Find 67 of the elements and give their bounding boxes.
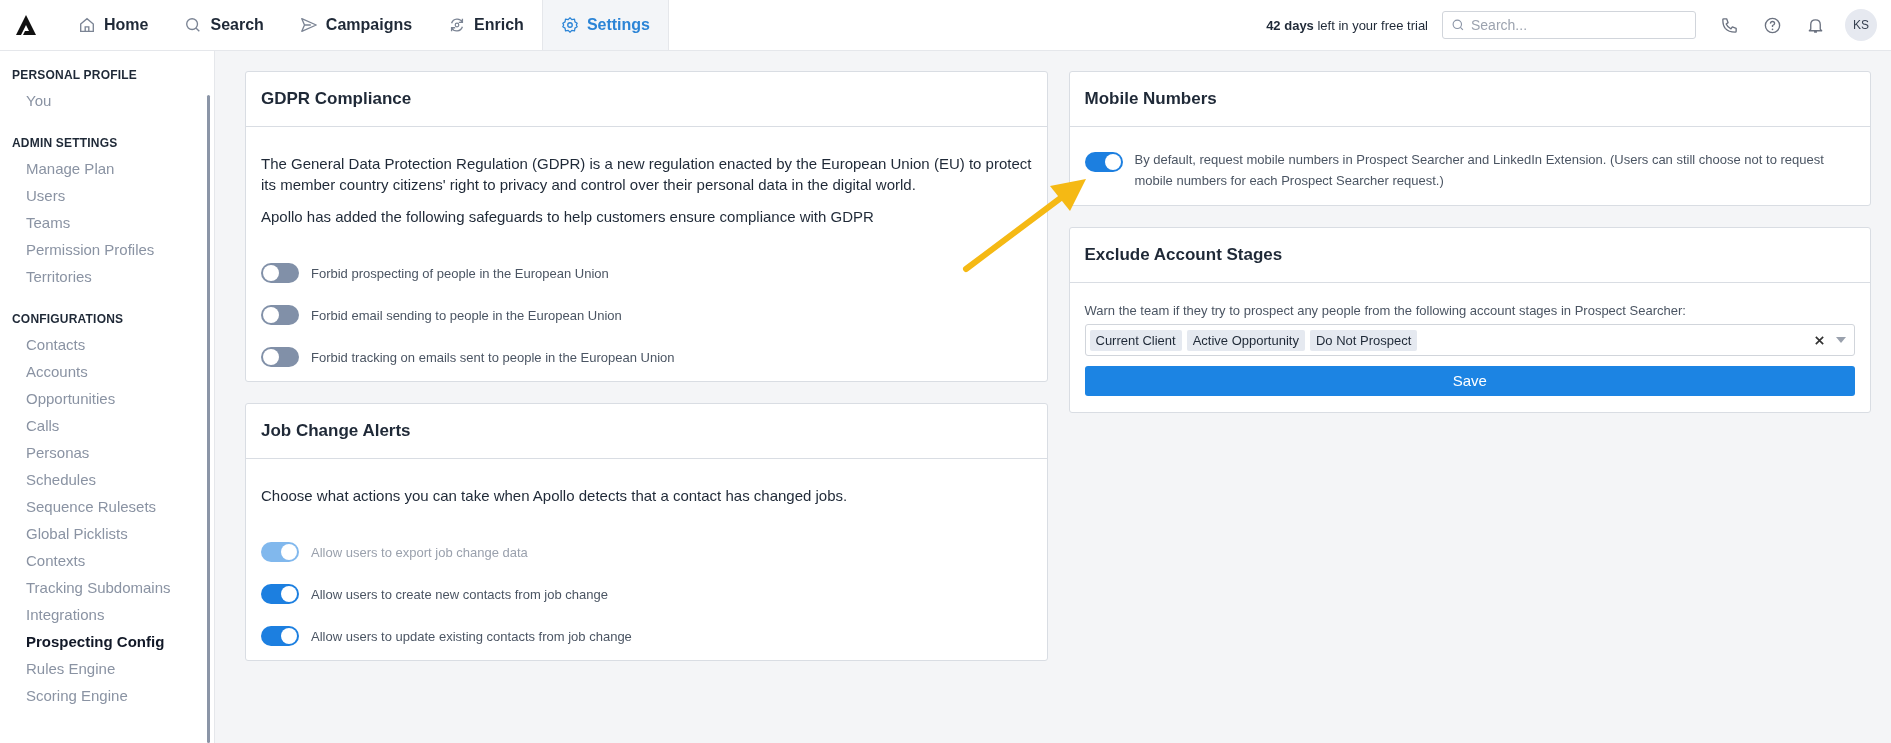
- sidebar-heading: PERSONAL PROFILE: [12, 68, 138, 82]
- toggle-switch[interactable]: [261, 584, 299, 604]
- scrollbar[interactable]: [207, 95, 210, 743]
- nav-tab[interactable]: Settings: [541, 0, 669, 50]
- sidebar-item[interactable]: Contacts: [12, 331, 214, 358]
- sidebar-heading: ADMIN SETTINGS: [12, 136, 119, 150]
- nav-tab[interactable]: Enrich: [430, 0, 542, 50]
- sidebar-item[interactable]: You: [12, 87, 214, 114]
- description-text: The General Data Protection Regulation (GDPR) is a new regulation enacted by the European Union (EU) to protect its member country citizens' right to privacy and control over their personal data in the digital world.: [261, 154, 1032, 195]
- sidebar-item[interactable]: Permission Profiles: [12, 236, 214, 263]
- toggle-switch[interactable]: [261, 347, 299, 367]
- card-title: Job Change Alerts: [246, 404, 1047, 459]
- toggle-switch[interactable]: [1084, 152, 1123, 172]
- sidebar-item[interactable]: Accounts: [12, 358, 214, 385]
- nav-tab[interactable]: Campaigns: [281, 0, 431, 50]
- nav-tab[interactable]: Home: [60, 0, 167, 50]
- stage-tag[interactable]: Do Not Prospect: [1309, 329, 1418, 351]
- phone-icon[interactable]: [1720, 15, 1739, 35]
- toggle-label: Forbid tracking on emails sent to people in the European Union: [311, 349, 675, 365]
- sidebar-item[interactable]: Tracking Subdomains: [12, 574, 214, 601]
- description-text: Warn the team if they try to prospect any people from the following account stages in Prospect Searcher:: [1084, 303, 1687, 318]
- toggle-label: By default, request mobile numbers in Prospect Searcher and LinkedIn Extension. (Users can still choose not to request mobile numbers for each Prospect Searcher request.): [1134, 151, 1825, 190]
- save-button[interactable]: Save: [1084, 366, 1855, 396]
- stage-select[interactable]: Current Client Active Opportunity Do Not Prospect: [1084, 324, 1855, 356]
- sidebar-item[interactable]: Rules Engine: [12, 655, 214, 682]
- toggle-switch[interactable]: [261, 305, 299, 325]
- sidebar-item[interactable]: Prospecting Config: [12, 628, 214, 655]
- toggle-label: Allow users to create new contacts from job change: [311, 586, 608, 602]
- sidebar-item[interactable]: Schedules: [12, 466, 214, 493]
- card-title: GDPR Compliance: [246, 72, 1047, 127]
- search-field[interactable]: Search...: [1442, 11, 1696, 39]
- sidebar-item[interactable]: Sequence Rulesets: [12, 493, 214, 520]
- sidebar-item[interactable]: Manage Plan: [12, 155, 214, 182]
- stage-tag[interactable]: Current Client: [1089, 329, 1182, 351]
- sidebar-item[interactable]: Calls: [12, 412, 214, 439]
- sidebar-item[interactable]: Scoring Engine: [12, 682, 214, 709]
- sidebar-item[interactable]: Integrations: [12, 601, 214, 628]
- sidebar-item[interactable]: Personas: [12, 439, 214, 466]
- toggle-label: Allow users to update existing contacts from job change: [311, 628, 632, 644]
- stage-tag[interactable]: Active Opportunity: [1186, 329, 1305, 351]
- search-icon: [1451, 18, 1465, 32]
- logo-icon[interactable]: [14, 13, 38, 37]
- toggle-label: Allow users to export job change data: [311, 544, 528, 560]
- toggle-label: Forbid prospecting of people in the European Union: [311, 265, 609, 281]
- sidebar-heading: CONFIGURATIONS: [12, 312, 125, 326]
- toggle-label: Forbid email sending to people in the European Union: [311, 307, 622, 323]
- settings-icon: [560, 16, 579, 34]
- sidebar-item[interactable]: Global Picklists: [12, 520, 214, 547]
- toggle-switch[interactable]: [261, 626, 299, 646]
- help-icon[interactable]: [1763, 15, 1782, 35]
- card-title: Exclude Account Stages: [1069, 228, 1870, 283]
- sidebar-item[interactable]: Users: [12, 182, 214, 209]
- sidebar-item[interactable]: Teams: [12, 209, 214, 236]
- home-icon: [78, 16, 96, 34]
- sidebar-item[interactable]: Opportunities: [12, 385, 214, 412]
- caret-icon[interactable]: [1836, 337, 1846, 343]
- user-avatar[interactable]: KS: [1845, 9, 1877, 41]
- toggle-switch[interactable]: [261, 263, 299, 283]
- nav-tab[interactable]: Search: [166, 0, 282, 50]
- card-title: Mobile Numbers: [1069, 72, 1870, 127]
- clear-icon[interactable]: [1814, 334, 1825, 346]
- paper-plane-icon: [299, 16, 318, 34]
- trial-notice: 42 days left in your free trial: [1266, 17, 1428, 33]
- description-text: Apollo has added the following safeguards to help customers ensure compliance with GDPR: [261, 207, 875, 227]
- sidebar-item[interactable]: Contexts: [12, 547, 214, 574]
- description-text: Choose what actions you can take when Apollo detects that a contact has changed jobs.: [261, 486, 849, 506]
- sidebar-item[interactable]: Territories: [12, 263, 214, 290]
